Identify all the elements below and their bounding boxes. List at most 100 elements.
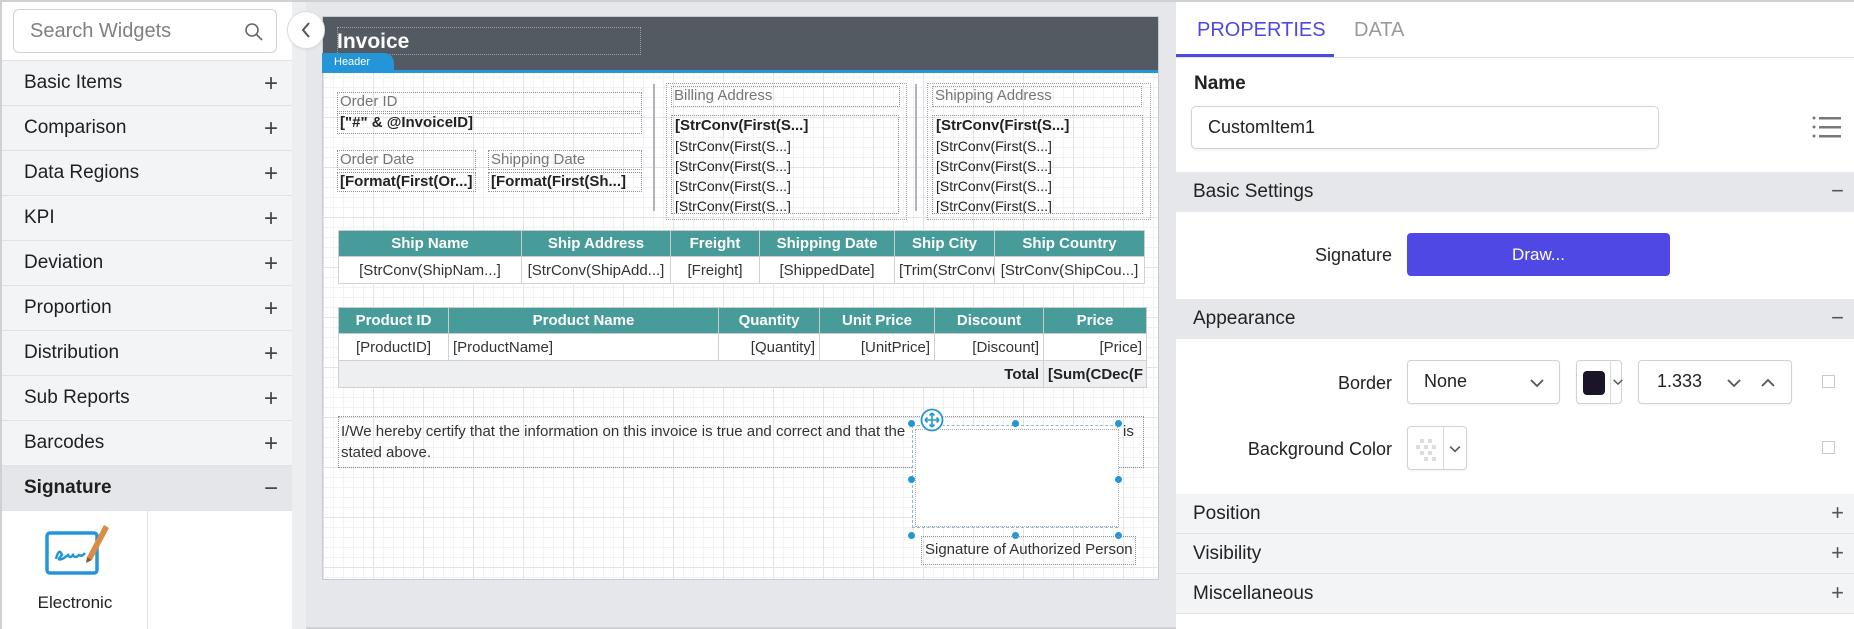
category-data-regions[interactable]: Data Regions + [2,151,292,196]
column-header[interactable]: Shipping Date [759,230,895,257]
separator-line[interactable] [653,84,655,211]
order-id-value[interactable]: ["#" & @InvoiceID] [337,113,642,134]
resize-handle[interactable] [908,420,915,427]
expand-icon[interactable]: + [264,205,278,233]
name-field[interactable] [1191,106,1659,149]
table-cell[interactable]: [Price] [1043,333,1147,361]
resize-handle[interactable] [908,532,915,539]
section-miscellaneous[interactable]: Miscellaneous + [1176,574,1854,614]
product-table[interactable]: Product ID Product Name Quantity Unit Pr… [338,307,1147,388]
tab-data[interactable]: DATA [1354,19,1404,42]
category-distribution[interactable]: Distribution + [2,331,292,376]
category-comparison[interactable]: Comparison + [2,106,292,151]
table-cell[interactable]: [ProductName] [448,333,719,361]
search-input[interactable] [30,20,230,43]
section-appearance[interactable]: Appearance − [1176,299,1854,339]
column-header[interactable]: Ship City [894,230,995,257]
table-cell[interactable]: [Freight] [670,256,760,284]
collapse-icon[interactable]: − [1831,178,1844,204]
expand-icon[interactable]: + [264,70,278,98]
column-header[interactable]: Product Name [448,307,719,334]
list-icon[interactable] [1812,115,1842,139]
order-date-label[interactable]: Order Date [337,150,476,170]
category-basic-items[interactable]: Basic Items + [2,61,292,106]
expand-icon[interactable]: + [264,115,278,143]
category-sub-reports[interactable]: Sub Reports + [2,376,292,421]
ship-table[interactable]: Ship Name Ship Address Freight Shipping … [338,230,1145,284]
search-box[interactable] [13,9,277,53]
border-checkbox[interactable] [1822,375,1835,388]
category-kpi[interactable]: KPI + [2,196,292,241]
billing-address-lines[interactable]: [StrConv(First(S...] [StrConv(First(S...… [671,115,899,214]
expand-icon[interactable]: + [264,160,278,188]
collapse-icon[interactable]: − [264,475,278,503]
resize-handle[interactable] [1115,476,1122,483]
signature-caption[interactable]: Signature of Authorized Person [921,536,1136,565]
shipping-date-value[interactable]: [Format(First(Sh...] [488,172,642,192]
section-position[interactable]: Position + [1176,494,1854,534]
total-label[interactable]: Total [338,360,1044,388]
collapse-panel-button[interactable] [287,11,325,49]
table-cell[interactable]: [ProductID] [338,333,449,361]
expand-icon[interactable]: + [264,250,278,278]
resize-handle[interactable] [908,476,915,483]
table-cell[interactable]: [Discount] [934,333,1044,361]
shipping-address-lines[interactable]: [StrConv(First(S...] [StrConv(First(S...… [932,115,1143,214]
total-value[interactable]: [Sum(CDec(F [1043,360,1147,388]
border-style-dropdown[interactable]: None [1407,360,1560,404]
background-checkbox[interactable] [1822,441,1835,454]
table-cell[interactable]: [Trim(StrConv( [894,256,995,284]
report-title[interactable]: Invoice [337,30,409,54]
name-input[interactable] [1208,117,1628,138]
separator-line[interactable] [915,84,917,211]
collapse-icon[interactable]: − [1831,305,1844,331]
column-header[interactable]: Quantity [718,307,820,334]
table-cell[interactable]: [StrConv(ShipNam...] [338,256,522,284]
expand-icon[interactable]: + [264,385,278,413]
column-header[interactable]: Freight [670,230,760,257]
table-cell[interactable]: [ShippedDate] [759,256,895,284]
expand-icon[interactable]: + [264,430,278,458]
resize-handle[interactable] [1115,420,1122,427]
order-id-label[interactable]: Order ID [337,92,642,112]
background-color-picker[interactable] [1407,426,1467,470]
section-visibility[interactable]: Visibility + [1176,534,1854,574]
column-header[interactable]: Unit Price [819,307,935,334]
resize-handle[interactable] [1012,420,1019,427]
report-page[interactable]: Invoice Header Order ID ["#" & @InvoiceI… [322,16,1159,580]
shipping-address-label[interactable]: Shipping Address [932,86,1142,107]
signature-item[interactable] [915,429,1119,527]
billing-address-label[interactable]: Billing Address [671,86,900,107]
table-cell[interactable]: [StrConv(ShipAdd...] [521,256,671,284]
expand-icon[interactable]: + [264,340,278,368]
column-header[interactable]: Discount [934,307,1044,334]
expand-icon[interactable]: + [1831,500,1844,526]
move-icon[interactable] [920,408,944,432]
category-barcodes[interactable]: Barcodes + [2,421,292,466]
category-signature[interactable]: Signature − [2,466,292,511]
column-header[interactable]: Ship Name [338,230,522,257]
expand-icon[interactable]: + [1831,540,1844,566]
category-proportion[interactable]: Proportion + [2,286,292,331]
increment-icon[interactable] [1761,378,1775,388]
column-header[interactable]: Product ID [338,307,449,334]
border-width-stepper[interactable]: 1.333 [1638,360,1792,404]
table-cell[interactable]: [StrConv(ShipCou...] [994,256,1145,284]
shipping-date-label[interactable]: Shipping Date [488,150,642,170]
report-header[interactable]: Invoice Header [322,17,1158,73]
column-header[interactable]: Price [1043,307,1147,334]
column-header[interactable]: Ship Address [521,230,671,257]
search-icon[interactable] [244,22,264,42]
order-date-value[interactable]: [Format(First(Or...] [337,172,476,192]
expand-icon[interactable]: + [264,295,278,323]
expand-icon[interactable]: + [1831,580,1844,606]
tab-properties[interactable]: PROPERTIES [1197,19,1326,42]
draw-signature-button[interactable]: Draw... [1407,233,1670,276]
border-color-dropdown[interactable] [1576,360,1623,404]
section-basic-settings[interactable]: Basic Settings − [1176,172,1854,212]
table-cell[interactable]: [Quantity] [718,333,820,361]
table-cell[interactable]: [UnitPrice] [819,333,935,361]
decrement-icon[interactable] [1727,378,1741,388]
widget-electronic-signature[interactable]: Electronic [2,511,148,629]
category-deviation[interactable]: Deviation + [2,241,292,286]
